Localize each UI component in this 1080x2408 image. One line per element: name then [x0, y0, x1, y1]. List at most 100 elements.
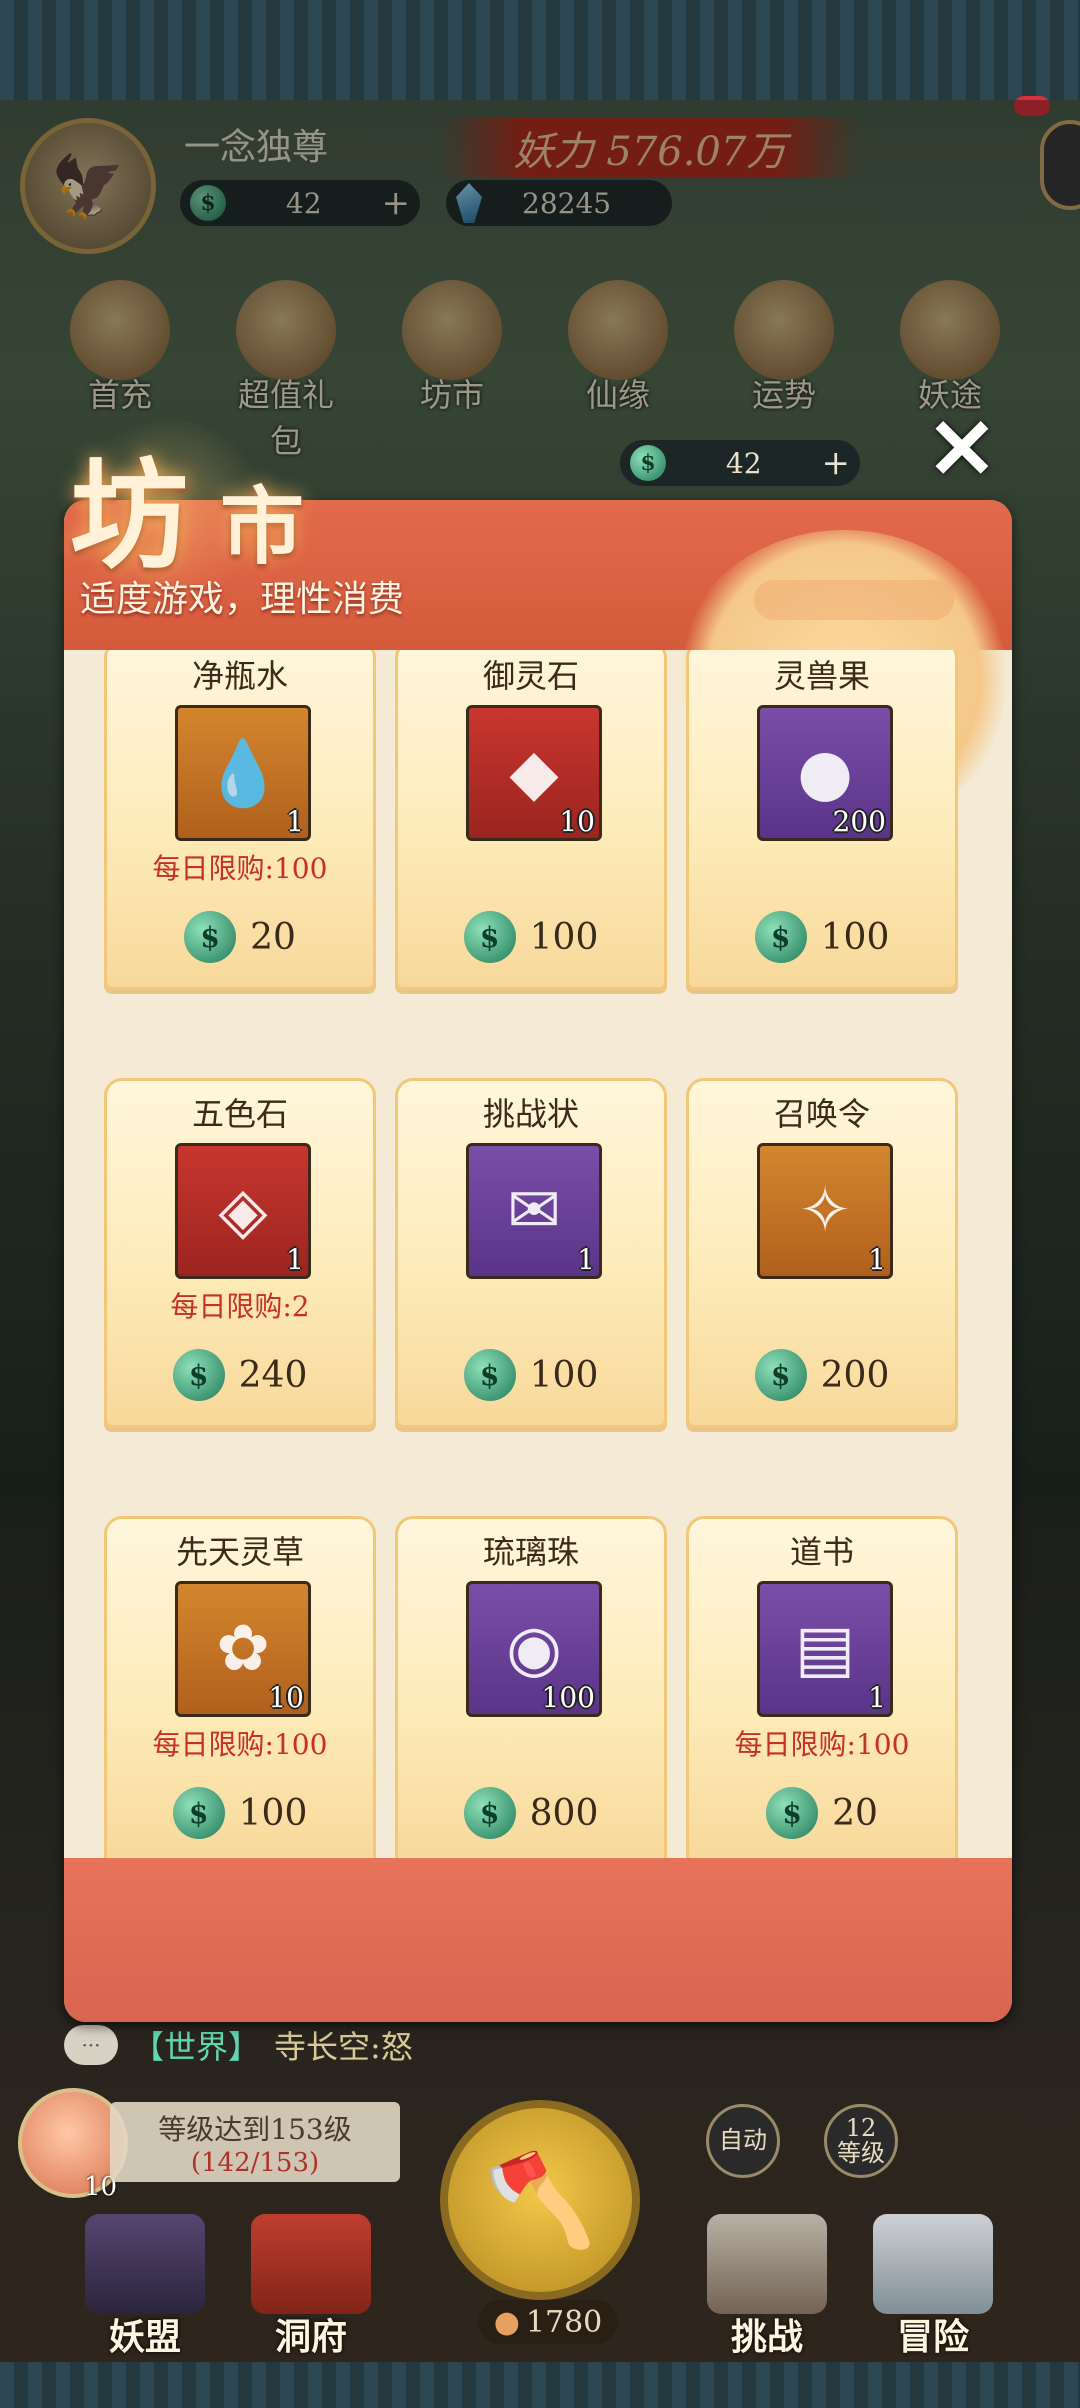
spirit-stone-icon[interactable]: ◆ 10 [466, 705, 602, 841]
jade-icon: $ [463, 1349, 516, 1401]
level-goal[interactable]: 等级达到153级 (142/153) [110, 2102, 400, 2182]
coin-value: 1780 [525, 2304, 603, 2340]
shop-title-part2: 市 [220, 477, 305, 576]
item-glyph: ▤ [794, 1612, 856, 1686]
item-glyph: ✧ [798, 1174, 852, 1248]
summon-token-icon[interactable]: ✧ 1 [757, 1143, 893, 1279]
close-button[interactable]: ✕ [924, 399, 1000, 498]
item-price: 20 [832, 1792, 878, 1834]
item-price: 20 [250, 916, 296, 958]
shop-item-card[interactable]: 道书 ▤ 1 每日限购:100 $20 [686, 1516, 958, 1858]
shop-title-part1: 坊 [70, 446, 189, 585]
item-quantity: 10 [268, 1681, 304, 1714]
axe-attack-button[interactable]: 🪓 [440, 2100, 640, 2300]
item-name: 灵兽果 [773, 657, 870, 695]
item-price: 100 [529, 1354, 599, 1396]
item-quantity: 1 [868, 1243, 886, 1276]
item-name: 琉璃珠 [482, 1533, 579, 1571]
shop-item-card[interactable]: 召唤令 ✧ 1 $200 [686, 1078, 958, 1428]
nav-cave[interactable]: 洞府 [226, 2214, 396, 2362]
close-icon: ✕ [926, 398, 998, 498]
item-purchase-limit: 每日限购:2 [170, 1290, 310, 1323]
item-quantity: 1 [577, 1243, 595, 1276]
jade-icon: $ [766, 1787, 819, 1839]
shop-currency-value: 42 [725, 446, 762, 480]
world-chat[interactable]: ··· 【世界】 寺长空:怒 [64, 2020, 764, 2070]
level-label: 等级 [837, 2139, 885, 2167]
item-price: 800 [529, 1792, 599, 1834]
item-quantity: 100 [541, 1681, 595, 1714]
level-progress: (142/153) [190, 2148, 320, 2178]
item-purchase-limit: 每日限购:100 [152, 1728, 328, 1761]
item-price: 100 [529, 916, 599, 958]
jade-icon: $ [184, 911, 237, 963]
five-color-stone-icon[interactable]: ◈ 1 [175, 1143, 311, 1279]
chat-channel: 【世界】 [132, 2028, 261, 2066]
jade-icon: $ [754, 911, 807, 963]
item-price: 200 [820, 1354, 890, 1396]
item-glyph: ✿ [216, 1612, 270, 1686]
buy-button[interactable]: $100 [107, 1787, 373, 1839]
buy-button[interactable]: $20 [107, 911, 373, 963]
bottom-decor-band [0, 2362, 1080, 2408]
shop-item-card[interactable]: 先天灵草 ✿ 10 每日限购:100 $100 [104, 1516, 376, 1858]
item-glyph: ✉ [507, 1174, 561, 1248]
shop-footer [64, 1858, 1012, 2022]
item-glyph: ● [797, 736, 853, 810]
nav-label: 洞府 [274, 2316, 347, 2358]
buy-button[interactable]: $100 [398, 911, 664, 963]
item-glyph: 💧 [203, 736, 283, 811]
shop-item-grid[interactable]: 净瓶水 💧 1 每日限购:100 $20 御灵石 ◆ 10 $100 灵兽果 ● 200 $100 五色石… [64, 650, 1012, 1858]
item-quantity: 1 [286, 805, 304, 838]
glass-pearl-icon[interactable]: ◉ 100 [466, 1581, 602, 1717]
shop-item-card[interactable]: 五色石 ◈ 1 每日限购:2 $240 [104, 1078, 376, 1428]
jade-icon: $ [172, 1787, 225, 1839]
level-button[interactable]: 12 等级 [824, 2104, 898, 2178]
item-name: 召唤令 [773, 1095, 870, 1133]
spirit-herb-icon[interactable]: ✿ 10 [175, 1581, 311, 1717]
challenge-scroll-icon[interactable]: ✉ 1 [466, 1143, 602, 1279]
shop-item-card[interactable]: 净瓶水 💧 1 每日限购:100 $20 [104, 650, 376, 990]
item-purchase-limit: 每日限购:100 [734, 1728, 910, 1761]
buy-button[interactable]: $100 [689, 911, 955, 963]
item-price: 100 [238, 1792, 308, 1834]
add-currency-button[interactable]: + [821, 443, 850, 483]
jade-icon: $ [754, 1349, 807, 1401]
water-bottle-icon[interactable]: 💧 1 [175, 705, 311, 841]
top-decor-band [0, 0, 1080, 100]
nav-label: 挑战 [730, 2316, 803, 2358]
buy-button[interactable]: $800 [398, 1787, 664, 1839]
item-quantity: 200 [832, 805, 886, 838]
buy-button[interactable]: $200 [689, 1349, 955, 1401]
beast-fruit-icon[interactable]: ● 200 [757, 705, 893, 841]
buy-button[interactable]: $240 [107, 1349, 373, 1401]
level-number: 12 [845, 2113, 877, 2142]
buy-button[interactable]: $100 [398, 1349, 664, 1401]
shop-item-card[interactable]: 御灵石 ◆ 10 $100 [395, 650, 667, 990]
item-quantity: 1 [868, 1681, 886, 1714]
auto-button[interactable]: 自动 [706, 2104, 780, 2178]
item-name: 道书 [789, 1533, 854, 1571]
shop-currency-pill[interactable]: $ 42 + [620, 440, 860, 486]
nav-adventure[interactable]: 冒险 [848, 2214, 1018, 2362]
buy-button[interactable]: $20 [689, 1787, 955, 1839]
item-name: 挑战状 [482, 1095, 579, 1133]
shop-item-card[interactable]: 琉璃珠 ◉ 100 $800 [395, 1516, 667, 1858]
item-purchase-limit: 每日限购:100 [152, 852, 328, 885]
item-name: 先天灵草 [175, 1533, 304, 1571]
dao-book-icon[interactable]: ▤ 1 [757, 1581, 893, 1717]
jade-icon: $ [630, 445, 666, 481]
chat-bubble-icon[interactable]: ··· [64, 2025, 118, 2065]
item-price: 100 [820, 916, 890, 958]
jade-icon: $ [172, 1349, 225, 1401]
shop-item-card[interactable]: 灵兽果 ● 200 $100 [686, 650, 958, 990]
nav-challenge[interactable]: 挑战 [682, 2214, 852, 2362]
item-quantity: 1 [286, 1243, 304, 1276]
adventure-icon [873, 2214, 993, 2314]
shop-item-card[interactable]: 挑战状 ✉ 1 $100 [395, 1078, 667, 1428]
coin-counter: ● 1780 [478, 2300, 618, 2344]
shop-panel: 适度游戏，理性消费 净瓶水 💧 1 每日限购:100 $20 御灵石 ◆ 10 $100 灵兽果 ●… [64, 500, 1012, 2022]
nav-alliance[interactable]: 妖盟 [60, 2214, 230, 2362]
jade-icon: $ [463, 911, 516, 963]
item-glyph: ◆ [509, 736, 559, 810]
